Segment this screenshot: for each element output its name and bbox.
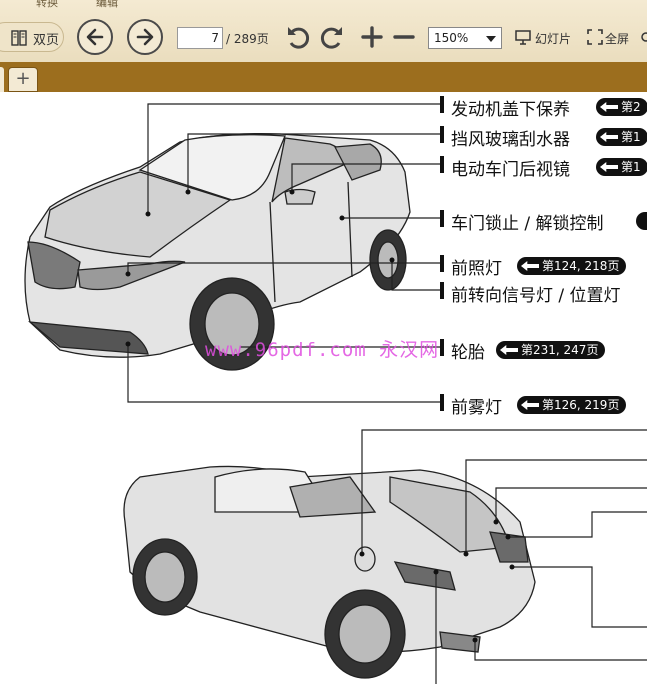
pdf-page: 发动机盖下保养 第2 挡风玻璃刮水器 第1 电动车门后视镜 第1 车门锁止 / …: [0, 92, 647, 684]
arrow-right-icon: [600, 102, 618, 112]
zoom-select[interactable]: 150%: [428, 27, 502, 49]
document-tab-bar: +: [0, 62, 647, 92]
rear-car-drawing: [123, 465, 536, 679]
zoom-out-icon[interactable]: [391, 24, 417, 54]
arrow-right-icon: [521, 400, 539, 410]
page-number-input[interactable]: 7: [177, 27, 223, 49]
previous-page-button[interactable]: [77, 19, 113, 55]
fullscreen-icon[interactable]: [587, 29, 603, 49]
ref-hood-maintenance[interactable]: 第2: [596, 98, 647, 116]
tab-convert[interactable]: 转换: [36, 0, 58, 10]
top-tab-strip: 转换 编辑: [0, 0, 647, 10]
arrow-right-icon: [500, 345, 518, 355]
rotate-right-icon[interactable]: [319, 24, 345, 54]
next-page-button[interactable]: [127, 19, 163, 55]
more-icon[interactable]: [640, 30, 647, 49]
zoom-in-icon[interactable]: [359, 24, 385, 54]
label-bars: [440, 96, 444, 411]
arrow-right-icon: [600, 162, 618, 172]
double-page-label: 双页: [33, 33, 60, 48]
label-hood-maintenance: 发动机盖下保养: [451, 100, 570, 120]
ref-fog-lights[interactable]: 第126, 219页: [517, 396, 627, 414]
ref-wipers[interactable]: 第1: [596, 128, 647, 146]
toolbar: 转换 编辑 双页 7 / 289页 150% 幻灯片 全屏: [0, 0, 647, 68]
double-page-icon: [11, 30, 27, 50]
add-tab-button[interactable]: +: [8, 67, 38, 92]
car-illustration: [24, 96, 647, 684]
tab-edit[interactable]: 编辑: [96, 0, 118, 10]
label-tires: 轮胎: [451, 343, 485, 363]
label-power-mirrors: 电动车门后视镜: [451, 160, 570, 180]
fullscreen-button[interactable]: 全屏: [605, 30, 629, 47]
slideshow-icon[interactable]: [515, 29, 531, 49]
arrow-left-icon: [86, 28, 104, 46]
ref-headlights[interactable]: 第124, 218页: [517, 257, 627, 275]
document-tab[interactable]: [0, 67, 4, 92]
arrow-right-icon: [136, 28, 154, 46]
zoom-value: 150%: [434, 31, 469, 45]
arrow-right-icon: [600, 132, 618, 142]
label-fog-lights: 前雾灯: [451, 398, 502, 418]
label-headlights: 前照灯: [451, 259, 502, 279]
ref-power-mirrors[interactable]: 第1: [596, 158, 647, 176]
arrow-right-icon: [521, 261, 539, 271]
label-turn-signal: 前转向信号灯 / 位置灯: [451, 286, 621, 306]
double-page-button[interactable]: 双页: [0, 22, 64, 52]
chevron-down-icon: [486, 36, 496, 42]
ref-tires[interactable]: 第231, 247页: [496, 341, 606, 359]
slideshow-button[interactable]: 幻灯片: [535, 30, 571, 47]
rotate-left-icon[interactable]: [285, 24, 311, 54]
page-total: / 289页: [226, 32, 269, 46]
label-door-lock: 车门锁止 / 解锁控制: [451, 214, 604, 234]
watermark: www.96pdf.com 永汉网: [205, 339, 440, 361]
label-wipers: 挡风玻璃刮水器: [451, 130, 570, 150]
ref-door-lock[interactable]: [636, 212, 647, 230]
